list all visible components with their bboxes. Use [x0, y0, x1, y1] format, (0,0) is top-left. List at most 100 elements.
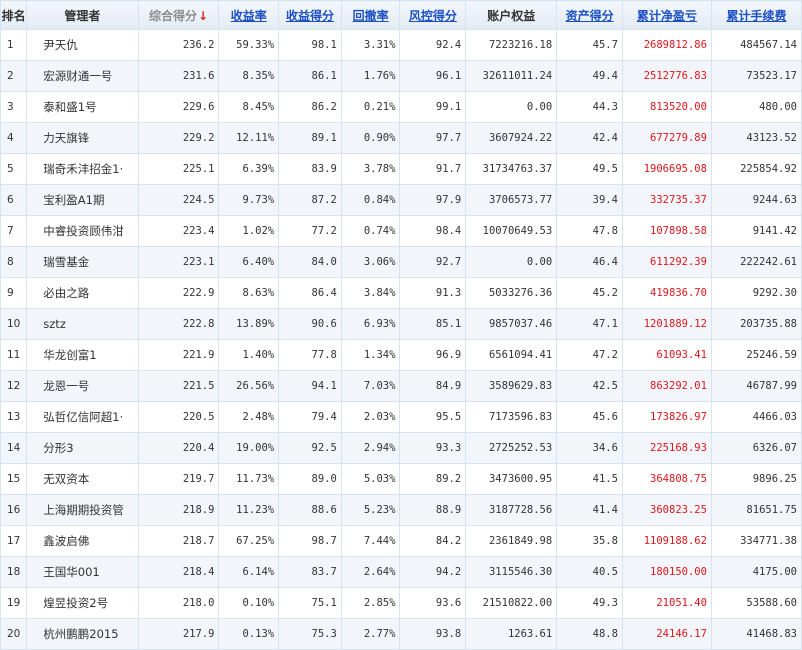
return-score-cell: 94.1	[278, 370, 342, 402]
return-score-cell: 86.1	[278, 60, 342, 92]
drawdown-cell: 2.03%	[340, 401, 401, 433]
table-row: 4 力天旗锋 229.2 12.11% 89.1 0.90% 97.7 3607924.22 4…	[0, 122, 802, 154]
return-rate-cell: 0.10%	[218, 587, 280, 619]
col-header-total-score[interactable]: 综合得分↓	[137, 0, 220, 30]
fees-cell: 41468.83	[710, 618, 802, 650]
table-row: 6 宝利盈A1期 224.5 9.73% 87.2 0.84% 97.9 3706573.77…	[0, 184, 802, 216]
net-pnl-cell: 1201889.12	[621, 308, 712, 340]
fees-cell: 203735.88	[710, 308, 802, 340]
drawdown-cell: 3.84%	[340, 277, 401, 309]
net-pnl-cell: 61093.41	[621, 339, 712, 371]
col-header-risk-score[interactable]: 风控得分	[399, 0, 467, 30]
fees-cell: 222242.61	[710, 246, 802, 278]
fees-cell: 6326.07	[710, 432, 802, 464]
equity-cell: 5033276.36	[465, 277, 558, 309]
asset-score-cell: 44.3	[556, 91, 623, 123]
equity-cell: 10070649.53	[465, 215, 558, 247]
table-row: 15 无双资本 219.7 11.73% 89.0 5.03% 89.2 3473600.95…	[0, 463, 802, 495]
equity-cell: 2725252.53	[465, 432, 558, 464]
table-row: 12 龙恩一号 221.5 26.56% 94.1 7.03% 84.9 3589629.83…	[0, 370, 802, 402]
manager-cell: 王国华001	[26, 556, 139, 588]
drawdown-cell: 0.74%	[340, 215, 401, 247]
asset-score-cell: 41.5	[556, 463, 623, 495]
col-header-asset-score[interactable]: 资产得分	[556, 0, 623, 30]
table-row: 1 尹天仇 236.2 59.33% 98.1 3.31% 92.4 7223216.18 45…	[0, 29, 802, 61]
risk-score-cell: 84.9	[399, 370, 467, 402]
equity-cell: 31734763.37	[465, 153, 558, 185]
risk-score-cell: 93.3	[399, 432, 467, 464]
col-header-rank: 排名	[0, 0, 28, 30]
rank-cell: 12	[0, 370, 28, 402]
col-header-fees[interactable]: 累计手续费	[710, 0, 802, 30]
net-pnl-cell: 173826.97	[621, 401, 712, 433]
drawdown-cell: 7.44%	[340, 525, 401, 557]
equity-cell: 3706573.77	[465, 184, 558, 216]
manager-cell: 必由之路	[26, 277, 139, 309]
return-rate-cell: 6.14%	[218, 556, 280, 588]
manager-cell: 瑞雪基金	[26, 246, 139, 278]
risk-score-cell: 93.6	[399, 587, 467, 619]
return-score-cell: 90.6	[278, 308, 342, 340]
fees-cell: 4466.03	[710, 401, 802, 433]
drawdown-cell: 2.94%	[340, 432, 401, 464]
manager-cell: 尹天仇	[26, 29, 139, 61]
equity-cell: 2361849.98	[465, 525, 558, 557]
manager-cell: 华龙创富1	[26, 339, 139, 371]
manager-cell: 分形3	[26, 432, 139, 464]
return-score-cell: 86.4	[278, 277, 342, 309]
equity-cell: 3473600.95	[465, 463, 558, 495]
return-score-cell: 86.2	[278, 91, 342, 123]
return-score-cell: 83.7	[278, 556, 342, 588]
equity-cell: 1263.61	[465, 618, 558, 650]
asset-score-cell: 34.6	[556, 432, 623, 464]
total-score-cell: 222.8	[137, 308, 220, 340]
risk-score-cell: 99.1	[399, 91, 467, 123]
col-header-return-rate[interactable]: 收益率	[218, 0, 280, 30]
drawdown-cell: 0.84%	[340, 184, 401, 216]
col-header-return-score[interactable]: 收益得分	[278, 0, 342, 30]
return-rate-cell: 59.33%	[218, 29, 280, 61]
equity-cell: 32611011.24	[465, 60, 558, 92]
total-score-cell: 217.9	[137, 618, 220, 650]
net-pnl-cell: 225168.93	[621, 432, 712, 464]
asset-score-cell: 35.8	[556, 525, 623, 557]
total-score-cell: 221.5	[137, 370, 220, 402]
return-rate-cell: 11.23%	[218, 494, 280, 526]
rank-cell: 8	[0, 246, 28, 278]
table-row: 20 杭州鹏鹏2015 217.9 0.13% 75.3 2.77% 93.8 1263.61…	[0, 618, 802, 650]
fees-cell: 484567.14	[710, 29, 802, 61]
col-header-drawdown[interactable]: 回撤率	[340, 0, 401, 30]
equity-cell: 0.00	[465, 91, 558, 123]
drawdown-cell: 2.85%	[340, 587, 401, 619]
risk-score-cell: 91.7	[399, 153, 467, 185]
asset-score-cell: 49.4	[556, 60, 623, 92]
col-header-net-pnl[interactable]: 累计净盈亏	[621, 0, 712, 30]
total-score-cell: 218.4	[137, 556, 220, 588]
return-rate-cell: 8.45%	[218, 91, 280, 123]
return-score-cell: 77.2	[278, 215, 342, 247]
rank-cell: 18	[0, 556, 28, 588]
asset-score-cell: 48.8	[556, 618, 623, 650]
asset-score-cell: 45.6	[556, 401, 623, 433]
table-row: 17 鑫波启佛 218.7 67.25% 98.7 7.44% 84.2 2361849.98…	[0, 525, 802, 557]
fees-cell: 480.00	[710, 91, 802, 123]
net-pnl-cell: 24146.17	[621, 618, 712, 650]
return-score-cell: 77.8	[278, 339, 342, 371]
fees-cell: 46787.99	[710, 370, 802, 402]
drawdown-cell: 0.90%	[340, 122, 401, 154]
asset-score-cell: 46.4	[556, 246, 623, 278]
return-rate-cell: 19.00%	[218, 432, 280, 464]
fees-cell: 43123.52	[710, 122, 802, 154]
return-rate-cell: 9.73%	[218, 184, 280, 216]
drawdown-cell: 3.31%	[340, 29, 401, 61]
total-score-cell: 220.5	[137, 401, 220, 433]
return-rate-cell: 67.25%	[218, 525, 280, 557]
total-score-cell: 223.4	[137, 215, 220, 247]
rank-cell: 3	[0, 91, 28, 123]
net-pnl-cell: 107898.58	[621, 215, 712, 247]
table-row: 7 中睿投资顾伟泔 223.4 1.02% 77.2 0.74% 98.4 10070649.…	[0, 215, 802, 247]
table-row: 13 弘哲亿信阿超1· 220.5 2.48% 79.4 2.03% 95.5 7173596…	[0, 401, 802, 433]
rank-cell: 11	[0, 339, 28, 371]
total-score-cell: 225.1	[137, 153, 220, 185]
manager-cell: 煌昱投资2号	[26, 587, 139, 619]
